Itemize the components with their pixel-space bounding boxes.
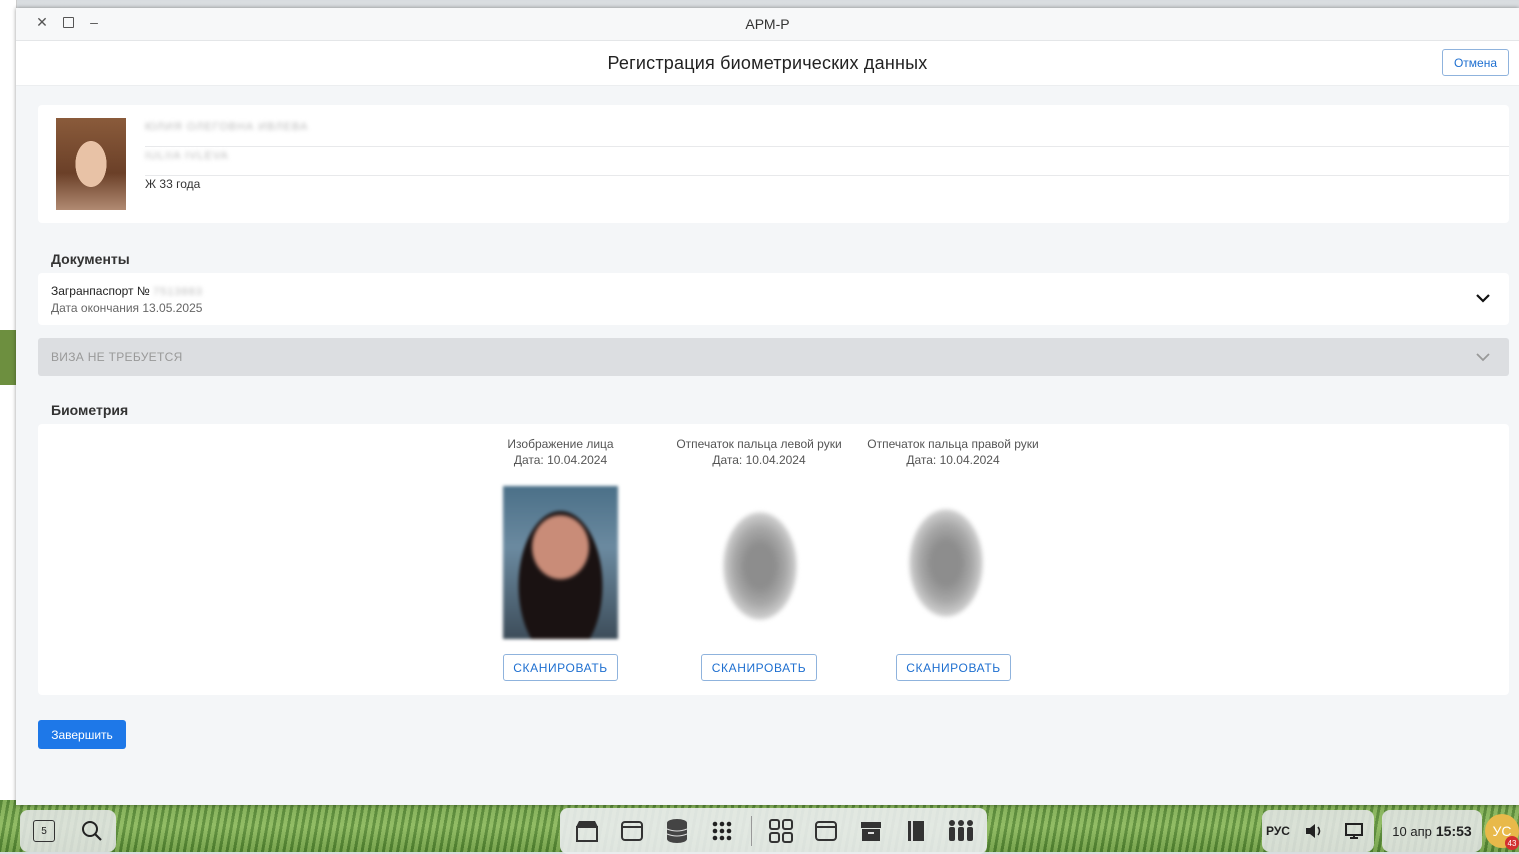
database-icon[interactable] xyxy=(661,815,693,847)
right-finger-column: Отпечаток пальца правой руки Дата: 10.04… xyxy=(860,437,1046,467)
system-tray: РУС xyxy=(1262,810,1374,852)
cancel-button[interactable]: Отмена xyxy=(1441,49,1509,76)
scan-left-finger-button[interactable]: СКАНИРОВАТЬ xyxy=(701,654,817,681)
left-finger-label: Отпечаток пальца левой руки xyxy=(676,437,842,451)
background-window-image xyxy=(0,330,16,385)
taskbar-left: 5 xyxy=(20,810,116,852)
background-window xyxy=(0,0,17,852)
window-title: АРМ-Р xyxy=(745,16,790,32)
person-card: ЮЛИЯ ОЛЕГОВНА ИВЛЕВА IULIIA IVLEVA Ж 33 … xyxy=(38,105,1509,223)
passport-expiry: Дата окончания 13.05.2025 xyxy=(51,301,203,315)
taskbar-apps xyxy=(560,808,987,854)
search-icon[interactable] xyxy=(76,815,108,847)
left-finger-date: Дата: 10.04.2024 xyxy=(712,453,806,467)
left-finger-column: Отпечаток пальца левой руки Дата: 10.04.… xyxy=(668,437,850,467)
book-icon[interactable] xyxy=(900,815,932,847)
main-content: ЮЛИЯ ОЛЕГОВНА ИВЛЕВА IULIIA IVLEVA Ж 33 … xyxy=(38,105,1509,695)
face-image xyxy=(503,486,618,639)
window-app-icon[interactable] xyxy=(616,815,648,847)
face-column: Изображение лица Дата: 10.04.2024 xyxy=(503,437,618,467)
face-date: Дата: 10.04.2024 xyxy=(513,453,608,467)
scan-face-button[interactable]: СКАНИРОВАТЬ xyxy=(503,654,618,681)
face-label: Изображение лица xyxy=(507,437,614,451)
right-fingerprint-image xyxy=(896,486,996,626)
biometrics-card: Изображение лица Дата: 10.04.2024 СКАНИР… xyxy=(38,424,1509,695)
tiles-icon[interactable] xyxy=(765,815,797,847)
taskbar-separator xyxy=(750,816,752,846)
store-icon[interactable] xyxy=(571,815,603,847)
biometrics-section-title: Биометрия xyxy=(51,402,129,418)
passport-document[interactable]: Загранпаспорт № 7513883 Дата окончания 1… xyxy=(38,273,1509,325)
display-icon[interactable] xyxy=(1338,815,1370,847)
apps-grid-icon[interactable] xyxy=(706,815,738,847)
minimize-window-button[interactable]: – xyxy=(88,14,100,30)
clock-time: 15:53 xyxy=(1435,823,1472,839)
scan-right-finger-button[interactable]: СКАНИРОВАТЬ xyxy=(896,654,1011,681)
volume-icon[interactable] xyxy=(1298,815,1330,847)
person-gender-age: Ж 33 года xyxy=(145,177,201,191)
archive-icon[interactable] xyxy=(855,815,887,847)
chevron-down-icon[interactable] xyxy=(1475,290,1491,306)
person-name: ЮЛИЯ ОЛЕГОВНА ИВЛЕВА xyxy=(145,119,1509,147)
workspace-switcher[interactable]: 5 xyxy=(28,815,60,847)
page-header: Регистрация биометрических данных Отмена xyxy=(16,41,1519,86)
people-icon[interactable] xyxy=(945,815,977,847)
close-window-button[interactable]: ✕ xyxy=(36,14,48,30)
app-window: ✕ – АРМ-Р Регистрация биометрических дан… xyxy=(16,8,1519,805)
maximize-window-button[interactable] xyxy=(62,15,74,29)
person-latin-name: IULIIA IVLEVA xyxy=(145,148,1509,176)
clock-date: 10 апр xyxy=(1392,823,1432,839)
passport-title: Загранпаспорт № 7513883 xyxy=(51,284,203,298)
finish-button[interactable]: Завершить xyxy=(38,720,126,749)
clock[interactable]: 10 апр 15:53 xyxy=(1382,810,1482,852)
right-finger-date: Дата: 10.04.2024 xyxy=(906,453,1000,467)
chevron-down-icon[interactable] xyxy=(1475,349,1491,365)
workspace-number: 5 xyxy=(33,820,55,842)
keyboard-layout[interactable]: РУС xyxy=(1266,824,1290,838)
page-title: Регистрация биометрических данных xyxy=(607,52,928,73)
visa-row[interactable]: ВИЗА НЕ ТРЕБУЕТСЯ xyxy=(38,338,1509,376)
notification-badge: 43 xyxy=(1505,836,1519,850)
documents-section-title: Документы xyxy=(51,251,130,267)
window-app-icon[interactable] xyxy=(810,815,842,847)
visa-label: ВИЗА НЕ ТРЕБУЕТСЯ xyxy=(51,350,183,364)
title-bar: ✕ – АРМ-Р xyxy=(16,8,1519,41)
left-fingerprint-image xyxy=(710,489,810,629)
right-finger-label: Отпечаток пальца правой руки xyxy=(867,437,1039,451)
person-photo xyxy=(56,118,126,210)
